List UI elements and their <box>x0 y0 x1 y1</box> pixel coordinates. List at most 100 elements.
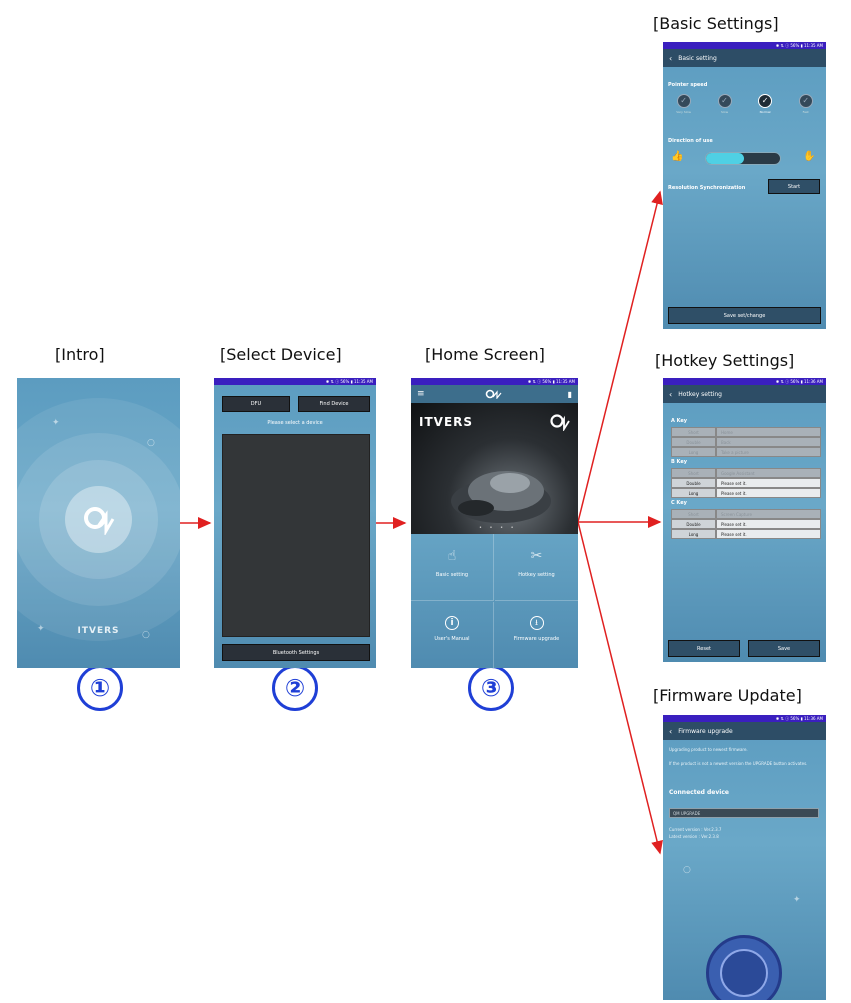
cursor-icon: ☝ <box>447 548 457 564</box>
intro-logo <box>65 486 132 553</box>
speed-option[interactable]: ✓ Slow <box>717 94 732 114</box>
download-icon: ⭳ <box>529 616 544 630</box>
basic-settings-header: ‹ Basic setting <box>663 49 826 67</box>
press-type: Double <box>671 478 716 488</box>
hotkey-action: Please set it. <box>716 488 821 498</box>
hotkey-row[interactable]: Long Take a picture <box>671 447 821 457</box>
direction-label: Direction of use <box>668 138 713 144</box>
hotkey-settings-screen: ✱ ⇅ ⓘ 56% ▮ 11:36 AM ‹ Hotkey setting A … <box>663 378 826 662</box>
check-icon: ✓ <box>758 94 773 108</box>
intro-screen: ITVERS ✦ ○ ✦ ○ <box>17 378 180 668</box>
connected-device-field: QM UPGRADE <box>669 808 819 818</box>
connected-device-label: Connected device <box>669 789 729 796</box>
firmware-desc-1: Upgrading product to newest firmware. <box>669 747 748 752</box>
left-hand-icon: 👍 <box>671 151 684 162</box>
hotkey-action: Google Assistant <box>716 468 821 478</box>
save-set-change-button[interactable]: Save set/change <box>668 307 821 324</box>
basic-settings-screen: ✱ ⇅ ⓘ 56% ▮ 11:35 AM ‹ Basic setting Poi… <box>663 42 826 329</box>
status-bar: ✱ ⇅ ⓘ 56% ▮ 11:36 AM <box>663 378 826 385</box>
hotkey-row[interactable]: Short Screen Capture <box>671 509 821 519</box>
hotkey-settings-title: Hotkey setting <box>678 390 722 398</box>
select-device-screen: ✱ ⇅ ⓘ 56% ▮ 11:35 AM DFU Find Device Ple… <box>214 378 376 668</box>
firmware-upgrade-tile[interactable]: ⭳ Firmware upgrade <box>495 602 578 668</box>
check-icon: ✓ <box>676 94 691 108</box>
select-device-prompt: Please select a device <box>267 420 323 426</box>
firmware-header: ‹ Firmware upgrade <box>663 722 826 740</box>
hotkey-row[interactable]: Double Please set it. <box>671 519 821 529</box>
hotkey-settings-header: ‹ Hotkey setting <box>663 385 826 403</box>
speed-label: Normal <box>759 110 771 114</box>
qm-logo-icon <box>485 389 502 399</box>
resolution-sync-label: Resolution Synchronization <box>668 185 746 191</box>
upgrade-button-inner <box>720 949 768 997</box>
hotkey-row[interactable]: Short Home <box>671 427 821 437</box>
sparkle-icon: ○ <box>142 630 150 640</box>
status-bar: ✱ ⇅ ⓘ 56% ▮ 11:35 AM <box>214 378 376 385</box>
back-arrow-icon[interactable]: ‹ <box>669 727 672 736</box>
direction-toggle[interactable] <box>705 152 781 165</box>
bluetooth-settings-button[interactable]: Bluetooth Settings <box>222 644 370 661</box>
press-type: Double <box>671 437 716 447</box>
sparkle-icon: ✦ <box>793 895 801 905</box>
basic-setting-label: Basic setting <box>435 572 469 578</box>
carousel-dots[interactable]: • • • • <box>479 525 517 531</box>
hotkey-row[interactable]: Double Back <box>671 437 821 447</box>
back-arrow-icon[interactable]: ‹ <box>669 54 672 63</box>
speed-label: Very Slow <box>676 110 691 114</box>
basic-setting-tile[interactable]: ☝ Basic setting <box>411 534 494 601</box>
users-manual-tile[interactable]: i User's Manual <box>411 602 494 668</box>
device-list[interactable] <box>222 434 370 637</box>
qm-logo-icon <box>550 414 570 431</box>
right-hand-icon: ✋ <box>803 151 816 162</box>
mouse-image <box>451 471 551 523</box>
upgrade-button[interactable] <box>706 935 782 1000</box>
save-button[interactable]: Save <box>748 640 820 657</box>
speed-option[interactable]: ✓ Very Slow <box>676 94 691 114</box>
hotkey-action: Please set it. <box>716 478 821 488</box>
basic-settings-title: Basic setting <box>678 54 717 62</box>
press-type: Short <box>671 509 716 519</box>
status-bar: ✱ ⇅ ⓘ 56% ▮ 11:35 AM <box>663 42 826 49</box>
pointer-speed-label: Pointer speed <box>668 82 708 88</box>
hero-brand: ITVERS <box>419 415 474 429</box>
pointer-speed-options: ✓ Very Slow ✓ Slow ✓ Normal ✓ Fast <box>663 94 826 114</box>
hotkey-row[interactable]: Double Please set it. <box>671 478 821 488</box>
hotkey-action: Home <box>716 427 821 437</box>
home-screen: ✱ ⇅ ⓘ 56% ▮ 11:35 AM ≡ ▮ ITVERS • • • • … <box>411 378 578 668</box>
tools-icon: ✂ <box>530 548 543 564</box>
speed-label: Slow <box>721 110 729 114</box>
speed-label: Fast <box>802 110 809 114</box>
hotkey-action: Take a picture <box>716 447 821 457</box>
home-top-bar: ≡ ▮ <box>411 385 578 403</box>
menu-icon[interactable]: ≡ <box>417 389 425 399</box>
firmware-upgrade-label: Firmware upgrade <box>513 636 560 642</box>
hotkey-table: A Key Short Home Double Back Long Take a pi… <box>671 418 821 539</box>
current-version: Current version : Ver.2.3.7 <box>669 827 722 832</box>
hero-banner: ITVERS • • • • <box>411 403 578 534</box>
key-group-label: A Key <box>671 418 688 424</box>
hotkey-row[interactable]: Short Google Assistant <box>671 468 821 478</box>
hotkey-row[interactable]: Long Please set it. <box>671 488 821 498</box>
battery-icon: ▮ <box>567 389 572 399</box>
back-arrow-icon[interactable]: ‹ <box>669 390 672 399</box>
key-group-label: C Key <box>671 500 687 506</box>
speed-option-selected[interactable]: ✓ Normal <box>758 94 773 114</box>
firmware-title: Firmware upgrade <box>678 727 733 735</box>
hotkey-setting-tile[interactable]: ✂ Hotkey setting <box>495 534 578 601</box>
reset-button[interactable]: Reset <box>668 640 740 657</box>
hotkey-row[interactable]: Long Please set it. <box>671 529 821 539</box>
hotkey-action: Please set it. <box>716 519 821 529</box>
latest-version: Latest version : Ver.2.3.8 <box>669 834 719 839</box>
hotkey-action: Screen Capture <box>716 509 821 519</box>
firmware-desc-2: If the product is not a newest version t… <box>669 761 808 766</box>
start-button[interactable]: Start <box>768 179 820 194</box>
status-bar: ✱ ⇅ ⓘ 56% ▮ 11:35 AM <box>411 378 578 385</box>
direction-toggle-knob <box>706 153 744 164</box>
sparkle-icon: ✦ <box>37 624 45 634</box>
arrow-home-to-firmware <box>577 521 663 855</box>
key-group-label: B Key <box>671 459 687 465</box>
press-type: Short <box>671 427 716 437</box>
speed-option[interactable]: ✓ Fast <box>798 94 813 114</box>
find-device-button[interactable]: Find Device <box>298 396 370 412</box>
dfu-button[interactable]: DFU <box>222 396 290 412</box>
